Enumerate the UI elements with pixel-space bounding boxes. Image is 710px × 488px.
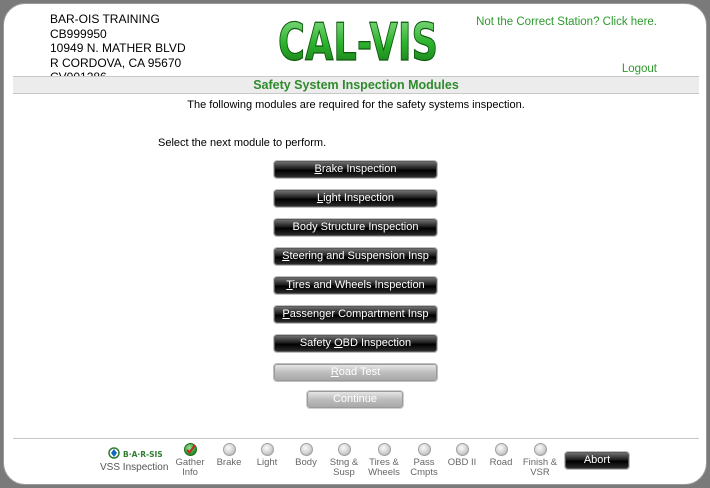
footer-divider	[13, 438, 699, 439]
step-pending-icon	[260, 443, 274, 456]
passenger-compartment-button[interactable]: Passenger Compartment Insp	[274, 306, 437, 323]
station-info: BAR-OIS TRAINING CB999950 10949 N. MATHE…	[50, 12, 186, 85]
body-structure-inspection-button[interactable]: Body Structure Inspection	[274, 219, 437, 236]
step-pending-icon	[455, 443, 469, 456]
step-label: Body	[295, 457, 317, 468]
step-gather-info: Gather Info	[170, 443, 210, 478]
step-pending-icon	[533, 443, 547, 456]
step-label: Finish & VSR	[522, 457, 558, 478]
step-label: Road	[489, 457, 513, 468]
station-name: BAR-OIS TRAINING	[50, 12, 160, 26]
step-obd-ii: OBD II	[442, 443, 482, 468]
step-label: Pass Cmpts	[410, 457, 438, 478]
svg-text:CAL-VIS: CAL-VIS	[278, 13, 438, 68]
step-pending-icon	[337, 443, 351, 456]
road-test-button[interactable]: Road Test	[274, 364, 437, 381]
step-complete-icon	[183, 443, 197, 456]
tires-wheels-button[interactable]: Tires and Wheels Inspection	[274, 277, 437, 294]
step-label: Light	[256, 457, 278, 468]
continue-button[interactable]: Continue	[307, 391, 403, 408]
step-steering-suspension: Stng & Susp	[324, 443, 364, 478]
step-finish-vsr: Finish & VSR	[520, 443, 560, 478]
step-pending-icon	[299, 443, 313, 456]
light-inspection-button[interactable]: Light Inspection	[274, 190, 437, 207]
step-pending-icon	[377, 443, 391, 456]
select-prompt: Select the next module to perform.	[158, 137, 327, 149]
step-light: Light	[247, 443, 287, 468]
step-tires-wheels: Tires & Wheels	[364, 443, 404, 478]
intro-text: The following modules are required for t…	[187, 99, 525, 111]
step-label: OBD II	[447, 457, 477, 468]
station-id: CB999950	[50, 26, 107, 41]
brake-inspection-button[interactable]: Brake Inspection	[274, 161, 437, 178]
step-label: Stng & Susp	[329, 457, 359, 478]
svg-text:B·A·R-SIS: B·A·R-SIS	[123, 450, 162, 459]
step-pass-cmpts: Pass Cmpts	[404, 443, 444, 478]
logout-link[interactable]: Logout	[622, 63, 657, 75]
vss-inspection-label: VSS Inspection	[100, 462, 169, 473]
step-pending-icon	[494, 443, 508, 456]
station-address: 10949 N. MATHER BLVD	[50, 41, 186, 55]
step-label: Brake	[216, 457, 242, 468]
step-pending-icon	[222, 443, 236, 456]
abort-button[interactable]: Abort	[565, 452, 629, 469]
wrong-station-link[interactable]: Not the Correct Station? Click here.	[476, 16, 657, 28]
app-window: BAR-OIS TRAINING CB999950 10949 N. MATHE…	[3, 3, 707, 485]
page-title: Safety System Inspection Modules	[13, 76, 699, 94]
bar-sis-logo: B·A·R-SIS	[108, 447, 162, 459]
step-label: Tires & Wheels	[368, 457, 400, 478]
step-label: Gather Info	[175, 457, 205, 478]
safety-obd-inspection-button[interactable]: Safety OBD Inspection	[274, 335, 437, 352]
step-brake: Brake	[209, 443, 249, 468]
station-city: R CORDOVA, CA 95670	[50, 55, 182, 70]
step-body: Body	[286, 443, 326, 468]
steering-suspension-button[interactable]: Steering and Suspension Insp	[274, 248, 437, 265]
calvis-logo: CAL-VIS	[277, 12, 438, 68]
step-road: Road	[481, 443, 521, 468]
step-pending-icon	[417, 443, 431, 456]
